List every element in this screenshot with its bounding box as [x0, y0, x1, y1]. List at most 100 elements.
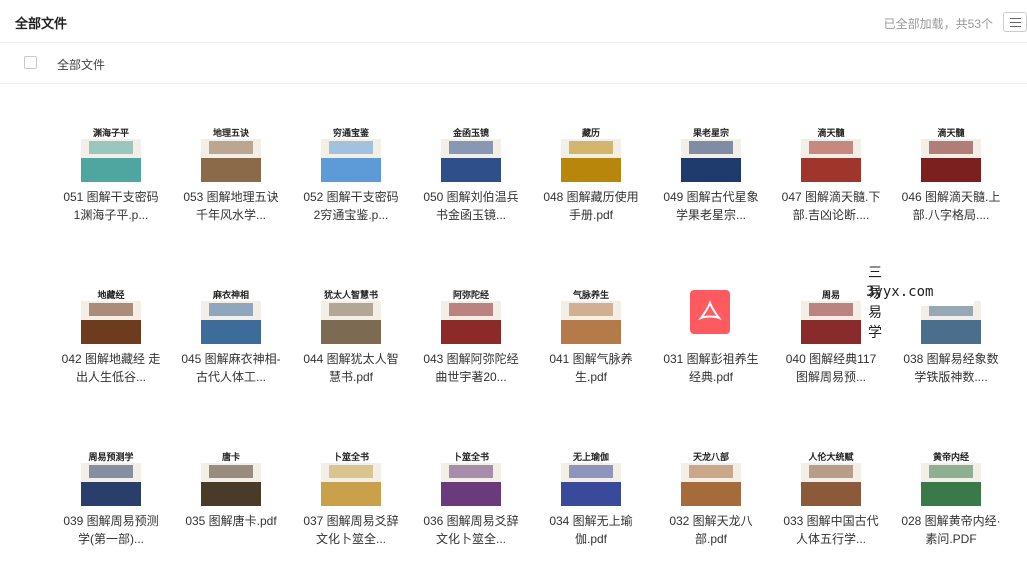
file-name[interactable]: 036 图解周易爻辞文化卜筮全...	[420, 512, 522, 548]
file-name[interactable]: 033 图解中国古代人体五行学...	[780, 512, 882, 548]
file-name[interactable]: 052 图解干支密码2穷通宝鉴.p...	[300, 188, 402, 224]
thumbnail-panel	[449, 465, 493, 479]
file-name[interactable]: 035 图解唐卡.pdf	[180, 512, 282, 530]
file-thumbnail: 气脉养生	[561, 284, 621, 344]
file-thumbnail: 穷通宝鉴	[321, 122, 381, 182]
thumbnail-art	[81, 482, 141, 506]
file-item[interactable]: 藏历 048 图解藏历使用手册.pdf	[540, 118, 660, 238]
file-name[interactable]: 041 图解气脉养生.pdf	[540, 350, 642, 386]
file-item[interactable]: 天龙八部 032 图解天龙八部.pdf	[660, 442, 780, 562]
file-name[interactable]: 034 图解无上瑜伽.pdf	[540, 512, 642, 548]
file-name[interactable]: 049 图解古代星象学果老星宗...	[660, 188, 762, 224]
file-thumbnail: 滴天髓	[801, 122, 861, 182]
file-thumbnail: 人伦大统赋	[801, 446, 861, 506]
file-item[interactable]: 金函玉镜 050 图解刘伯温兵书金函玉镜...	[420, 118, 540, 238]
file-item[interactable]: 地藏经 042 图解地藏经 走出人生低谷...	[60, 280, 180, 400]
view-menu-button[interactable]	[1003, 12, 1027, 32]
thumbnail-art	[201, 320, 261, 344]
thumbnail-panel	[209, 465, 253, 479]
thumbnail-art	[561, 320, 621, 344]
file-item[interactable]: 黄帝内经 028 图解黄帝内经·素问.PDF	[900, 442, 1020, 562]
thumbnail-art	[321, 158, 381, 182]
file-item[interactable]: 气脉养生 041 图解气脉养生.pdf	[540, 280, 660, 400]
pdf-file-icon	[690, 290, 730, 334]
file-item[interactable]: 滴天髓 047 图解滴天髓.下部.吉凶论断....	[780, 118, 900, 238]
thumbnail-art	[321, 320, 381, 344]
file-item[interactable]: 阿弥陀经 043 图解阿弥陀经曲世宇著20...	[420, 280, 540, 400]
thumbnail-panel	[689, 141, 733, 155]
thumbnail-panel	[89, 303, 133, 317]
file-name[interactable]: 046 图解滴天髓.上部.八字格局....	[900, 188, 1002, 224]
thumbnail-title: 唐卡	[221, 453, 240, 463]
file-thumbnail: 卜筮全书	[321, 446, 381, 506]
load-status: 已全部加载，共53个	[883, 17, 993, 31]
file-name[interactable]: 028 图解黄帝内经·素问.PDF	[900, 512, 1002, 548]
thumbnail-panel	[569, 141, 613, 155]
file-name[interactable]: 037 图解周易爻辞文化卜筮全...	[300, 512, 402, 548]
thumbnail-title: 麻衣神相	[212, 291, 249, 301]
thumbnail-title: 卜筮全书	[452, 453, 489, 463]
list-header	[0, 43, 1027, 84]
file-name[interactable]: 051 图解干支密码1渊海子平.p...	[60, 188, 162, 224]
file-name[interactable]: 044 图解犹太人智慧书.pdf	[300, 350, 402, 386]
file-item[interactable]: 地理五诀 053 图解地理五诀 千年风水学...	[180, 118, 300, 238]
thumbnail-title: 滴天髓	[817, 129, 845, 139]
thumbnail-panel	[89, 465, 133, 479]
file-item[interactable]: 犹太人智慧书 044 图解犹太人智慧书.pdf	[300, 280, 420, 400]
thumbnail-title: 地理五诀	[212, 129, 249, 139]
file-thumbnail: 卜筮全书	[441, 446, 501, 506]
breadcrumb-all-files[interactable]: 全部文件	[57, 56, 105, 73]
file-item[interactable]: 周易预测学 039 图解周易预测学(第一部)...	[60, 442, 180, 562]
thumbnail-title: 地藏经	[97, 291, 125, 301]
thumbnail-title: 周易预测学	[88, 453, 134, 463]
menu-icon	[1010, 18, 1021, 19]
thumbnail-art	[801, 482, 861, 506]
file-thumbnail: 无上瑜伽	[561, 446, 621, 506]
page-title: 全部文件	[15, 16, 68, 31]
thumbnail-title: 天龙八部	[692, 453, 729, 463]
thumbnail-art	[81, 158, 141, 182]
file-item[interactable]: 031 图解彭祖养生经典.pdf	[660, 280, 780, 400]
file-name[interactable]: 038 图解易经象数学铁版神数....	[900, 350, 1002, 386]
file-item[interactable]: 人伦大统赋 033 图解中国古代人体五行学...	[780, 442, 900, 562]
file-name[interactable]: 031 图解彭祖养生经典.pdf	[660, 350, 762, 386]
thumbnail-title: 无上瑜伽	[572, 453, 609, 463]
file-item[interactable]: 果老星宗 049 图解古代星象学果老星宗...	[660, 118, 780, 238]
file-name[interactable]: 047 图解滴天髓.下部.吉凶论断....	[780, 188, 882, 224]
file-name[interactable]: 032 图解天龙八部.pdf	[660, 512, 762, 548]
thumbnail-panel	[569, 303, 613, 317]
file-name[interactable]: 053 图解地理五诀 千年风水学...	[180, 188, 282, 224]
file-name[interactable]: 048 图解藏历使用手册.pdf	[540, 188, 642, 224]
watermark-line1: 三易易学	[868, 265, 884, 341]
file-item[interactable]: 卜筮全书 036 图解周易爻辞文化卜筮全...	[420, 442, 540, 562]
file-item[interactable]: 卜筮全书 037 图解周易爻辞文化卜筮全...	[300, 442, 420, 562]
thumbnail-art	[441, 320, 501, 344]
file-item[interactable]: 穷通宝鉴 052 图解干支密码2穷通宝鉴.p...	[300, 118, 420, 238]
file-name[interactable]: 042 图解地藏经 走出人生低谷...	[60, 350, 162, 386]
menu-icon-line	[1010, 26, 1021, 27]
thumbnail-panel	[329, 465, 373, 479]
file-item[interactable]: 渊海子平 051 图解干支密码1渊海子平.p...	[60, 118, 180, 238]
thumbnail-art	[201, 158, 261, 182]
thumbnail-title: 滴天髓	[937, 129, 965, 139]
file-thumbnail: 果老星宗	[681, 122, 741, 182]
thumbnail-panel	[329, 303, 373, 317]
file-thumbnail: 金函玉镜	[441, 122, 501, 182]
thumbnail-art	[921, 482, 981, 506]
file-name[interactable]: 043 图解阿弥陀经曲世宇著20...	[420, 350, 522, 386]
thumbnail-art	[561, 158, 621, 182]
file-thumbnail: 唐卡	[201, 446, 261, 506]
thumbnail-panel	[209, 303, 253, 317]
file-item[interactable]: 无上瑜伽 034 图解无上瑜伽.pdf	[540, 442, 660, 562]
file-thumbnail: 藏历	[561, 122, 621, 182]
file-thumbnail: 周易预测学	[81, 446, 141, 506]
file-name[interactable]: 045 图解麻衣神相-古代人体工...	[180, 350, 282, 386]
thumbnail-title: 金函玉镜	[452, 129, 489, 139]
file-name[interactable]: 040 图解经典117 图解周易预...	[780, 350, 882, 386]
file-item[interactable]: 滴天髓 046 图解滴天髓.上部.八字格局....	[900, 118, 1020, 238]
file-name[interactable]: 039 图解周易预测学(第一部)...	[60, 512, 162, 548]
select-all-checkbox[interactable]	[24, 56, 37, 69]
file-item[interactable]: 唐卡 035 图解唐卡.pdf	[180, 442, 300, 562]
file-name[interactable]: 050 图解刘伯温兵书金函玉镜...	[420, 188, 522, 224]
file-item[interactable]: 麻衣神相 045 图解麻衣神相-古代人体工...	[180, 280, 300, 400]
